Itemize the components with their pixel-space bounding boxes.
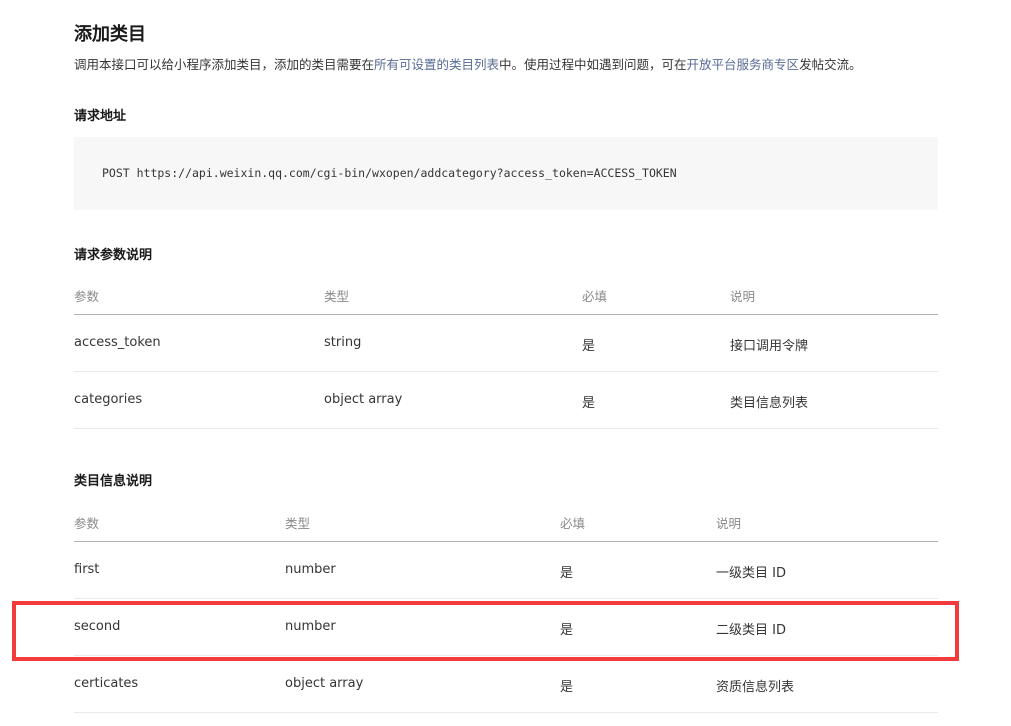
param-type: number [285, 562, 336, 577]
categories-desc-link[interactable]: 类目信息列表 [730, 392, 808, 411]
col-header-required: 必填 [560, 516, 586, 531]
param-name: second [74, 619, 121, 634]
intro-paragraph: 调用本接口可以给小程序添加类目，添加的类目需要在所有可设置的类目列表中。使用过程… [74, 54, 862, 73]
param-required: 是 [582, 396, 596, 411]
request-url-code-block: POST https://api.weixin.qq.com/cgi-bin/w… [74, 137, 938, 210]
param-required: 是 [560, 623, 574, 638]
request-url-heading: 请求地址 [74, 109, 127, 124]
doc-page: 添加类目 调用本接口可以给小程序添加类目，添加的类目需要在所有可设置的类目列表中… [0, 0, 1011, 726]
intro-text-1: 调用本接口可以给小程序添加类目，添加的类目需要在 [74, 57, 375, 72]
table-row: access_token string 是 接口调用令牌 [74, 315, 938, 372]
col-header-required: 必填 [582, 289, 608, 304]
params-table: 参数 类型 必填 说明 access_token string 是 接口调用令牌… [74, 274, 938, 429]
col-header-type: 类型 [324, 289, 350, 304]
param-name: categories [74, 392, 143, 407]
params-table-header: 参数 类型 必填 说明 [74, 274, 938, 315]
param-type: object array [285, 676, 364, 691]
table-row: first number 是 一级类目 ID [74, 542, 938, 599]
category-list-link[interactable]: 所有可设置的类目列表 [374, 57, 499, 72]
param-required: 是 [560, 566, 574, 581]
page-title: 添加类目 [74, 24, 146, 45]
access-token-desc-link[interactable]: 接口调用令牌 [730, 335, 808, 354]
param-type: string [324, 335, 362, 350]
param-required: 是 [582, 339, 596, 354]
param-name: access_token [74, 335, 161, 350]
col-header-param: 参数 [74, 289, 100, 304]
table-row: categories object array 是 类目信息列表 [74, 372, 938, 429]
params-heading: 请求参数说明 [74, 248, 153, 263]
table-row-second: second number 是 二级类目 ID [74, 599, 938, 656]
table-row: certicates object array 是 资质信息列表 [74, 656, 938, 713]
col-header-type: 类型 [285, 516, 311, 531]
param-name: first [74, 562, 100, 577]
category-table: 参数 类型 必填 说明 first number 是 一级类目 ID secon… [74, 501, 938, 713]
category-table-header: 参数 类型 必填 说明 [74, 501, 938, 542]
intro-text-2: 中。使用过程中如遇到问题，可在 [499, 57, 687, 72]
param-type: number [285, 619, 336, 634]
param-type: object array [324, 392, 403, 407]
col-header-param: 参数 [74, 516, 100, 531]
request-url-code: POST https://api.weixin.qq.com/cgi-bin/w… [102, 166, 677, 180]
service-provider-zone-link[interactable]: 开放平台服务商专区 [687, 57, 800, 72]
intro-text-3: 发帖交流。 [799, 57, 862, 72]
col-header-desc: 说明 [716, 516, 742, 531]
param-required: 是 [560, 680, 574, 695]
certificates-desc-link[interactable]: 资质信息列表 [716, 676, 794, 695]
col-header-desc: 说明 [730, 289, 756, 304]
param-desc: 一级类目 ID [716, 566, 786, 581]
param-name: certicates [74, 676, 139, 691]
param-desc: 二级类目 ID [716, 623, 786, 638]
category-info-heading: 类目信息说明 [74, 474, 153, 489]
